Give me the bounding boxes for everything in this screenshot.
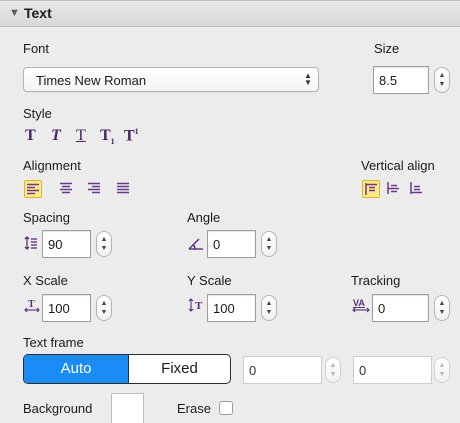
spacing-value: 90 (48, 237, 63, 252)
angle-icon (188, 237, 204, 254)
stepper-up-icon: ▲ (438, 300, 446, 307)
stepper-up-icon: ▲ (265, 300, 273, 307)
valign-top-icon[interactable] (362, 180, 380, 198)
stepper-up-icon: ▲ (438, 72, 446, 79)
x-scale-stepper[interactable]: ▲ ▼ (96, 295, 112, 321)
stepper-down-icon: ▼ (438, 371, 446, 378)
text-frame-auto-option[interactable]: Auto (24, 355, 128, 383)
stepper-down-icon: ▼ (100, 309, 108, 316)
bold-icon[interactable]: T (25, 127, 36, 145)
stepper-down-icon: ▼ (265, 245, 273, 252)
spacing-input[interactable]: 90 (42, 230, 91, 258)
frame-height-stepper[interactable]: ▲ ▼ (434, 357, 450, 383)
svg-text:T: T (195, 300, 203, 312)
font-value: Times New Roman (36, 73, 147, 88)
align-justify-icon[interactable] (115, 180, 133, 198)
stepper-up-icon: ▲ (265, 236, 273, 243)
y-scale-value: 100 (213, 301, 235, 316)
collapse-triangle-icon[interactable]: ▼ (9, 7, 20, 19)
stepper-up-icon: ▲ (329, 362, 337, 369)
x-scale-value: 100 (48, 301, 70, 316)
dropdown-arrows-icon: ▲ ▼ (304, 71, 312, 87)
x-scale-input[interactable]: 100 (42, 294, 91, 322)
frame-width-value: 0 (249, 363, 257, 378)
background-color-swatch[interactable] (111, 393, 144, 423)
stepper-down-icon: ▼ (265, 309, 273, 316)
size-value: 8.5 (379, 73, 398, 88)
stepper-down-icon: ▼ (329, 371, 337, 378)
angle-value: 0 (213, 237, 221, 252)
tracking-label: Tracking (351, 273, 401, 288)
angle-stepper[interactable]: ▲ ▼ (261, 231, 277, 257)
angle-label: Angle (187, 210, 221, 225)
y-scale-stepper[interactable]: ▲ ▼ (261, 295, 277, 321)
italic-icon[interactable]: T (51, 127, 61, 145)
stepper-down-icon: ▼ (100, 245, 108, 252)
stepper-up-icon: ▲ (100, 300, 108, 307)
underline-icon[interactable]: T (76, 127, 86, 145)
y-scale-label: Y Scale (187, 273, 232, 288)
font-label: Font (23, 41, 50, 56)
svg-text:T: T (28, 299, 35, 310)
valign-bottom-icon[interactable] (408, 180, 426, 198)
x-scale-icon: T (24, 298, 40, 315)
subscript-icon[interactable]: T1 (100, 127, 115, 146)
text-frame-fixed-option[interactable]: Fixed (129, 355, 230, 383)
tracking-value: 0 (378, 301, 386, 316)
style-label: Style (23, 106, 52, 121)
tracking-icon: VA (352, 298, 370, 314)
x-scale-label: X Scale (23, 273, 68, 288)
font-dropdown[interactable]: Times New Roman ▲ ▼ (23, 67, 319, 92)
frame-width-stepper[interactable]: ▲ ▼ (325, 357, 341, 383)
tracking-stepper[interactable]: ▲ ▼ (434, 295, 450, 321)
stepper-up-icon: ▲ (438, 362, 446, 369)
frame-height-input[interactable]: 0 (353, 356, 432, 384)
stepper-down-icon: ▼ (438, 309, 446, 316)
frame-height-value: 0 (359, 363, 367, 378)
line-spacing-icon (24, 236, 38, 253)
background-label: Background (23, 401, 93, 416)
size-label: Size (374, 41, 400, 56)
frame-width-input[interactable]: 0 (243, 356, 322, 384)
superscript-icon[interactable]: T1 (124, 127, 139, 145)
section-header[interactable]: ▼ Text (0, 0, 460, 27)
erase-checkbox[interactable] (219, 401, 233, 415)
align-center-icon[interactable] (58, 180, 76, 198)
text-frame-label: Text frame (23, 335, 84, 350)
size-stepper[interactable]: ▲ ▼ (434, 67, 450, 93)
angle-input[interactable]: 0 (207, 230, 256, 258)
tracking-input[interactable]: 0 (372, 294, 429, 322)
section-title: Text (24, 5, 52, 21)
erase-label: Erase (177, 401, 211, 416)
align-right-icon[interactable] (86, 180, 104, 198)
spacing-stepper[interactable]: ▲ ▼ (96, 231, 112, 257)
valign-middle-icon[interactable] (385, 180, 403, 198)
vertical-align-label: Vertical align (361, 158, 435, 173)
size-input[interactable]: 8.5 (373, 66, 429, 94)
spacing-label: Spacing (23, 210, 70, 225)
y-scale-icon: T (188, 298, 206, 315)
align-left-icon[interactable] (24, 180, 42, 198)
text-frame-toggle[interactable]: Auto Fixed (23, 354, 231, 384)
alignment-label: Alignment (23, 158, 81, 173)
stepper-up-icon: ▲ (100, 236, 108, 243)
y-scale-input[interactable]: 100 (207, 294, 256, 322)
stepper-down-icon: ▼ (438, 81, 446, 88)
